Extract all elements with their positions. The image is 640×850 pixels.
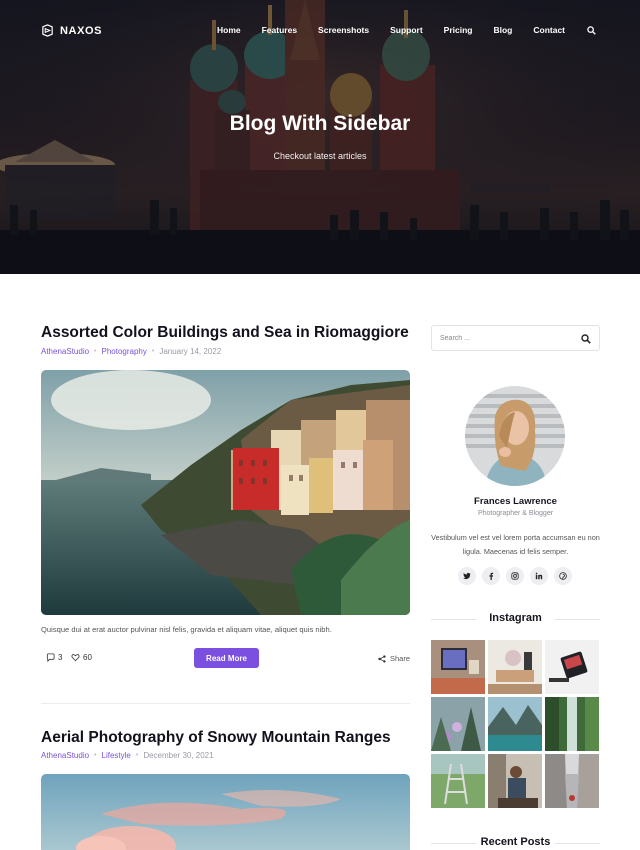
instagram-photo[interactable] bbox=[488, 697, 542, 751]
meta-separator: • bbox=[151, 348, 155, 355]
post-author-link[interactable]: AthenaStudio bbox=[41, 347, 89, 356]
meta-separator: • bbox=[94, 752, 97, 759]
meta-separator: • bbox=[135, 752, 139, 759]
author-bio: Vestibulum vel est vel lorem porta accum… bbox=[431, 533, 600, 556]
reader-photo bbox=[488, 754, 542, 808]
share-icon bbox=[378, 654, 386, 663]
post-date: December 30, 2021 bbox=[143, 751, 214, 760]
twitter-icon bbox=[463, 572, 471, 580]
logo-icon bbox=[42, 24, 53, 37]
pinterest-link[interactable] bbox=[554, 567, 572, 585]
sidebar-search bbox=[431, 325, 600, 351]
top-navigation: NAXOS Home Features Screenshots Support … bbox=[0, 0, 640, 62]
brand-logo[interactable]: NAXOS bbox=[41, 24, 102, 37]
instagram-photo[interactable] bbox=[488, 754, 542, 808]
heart-icon bbox=[71, 654, 80, 662]
post-category-link[interactable]: Lifestyle bbox=[102, 751, 131, 760]
mountain-photo bbox=[41, 774, 410, 850]
linkedin-link[interactable] bbox=[530, 567, 548, 585]
plant-photo bbox=[431, 697, 485, 751]
meta-separator: • bbox=[94, 348, 97, 355]
post-featured-image[interactable] bbox=[41, 370, 410, 615]
instagram-widget-title: Instagram bbox=[431, 612, 600, 624]
brand-name: NAXOS bbox=[60, 24, 103, 37]
page-subtitle: Checkout latest articles bbox=[273, 151, 367, 161]
title-rule bbox=[555, 619, 600, 620]
recent-posts-widget-title: Recent Posts bbox=[431, 836, 600, 848]
search-icon[interactable] bbox=[581, 334, 591, 344]
pinterest-icon bbox=[559, 572, 567, 580]
waterfall-photo bbox=[545, 697, 599, 751]
post-excerpt: Quisque dui at erat auctor pulvinar nisl… bbox=[41, 625, 332, 634]
comment-count-value: 3 bbox=[58, 653, 63, 662]
title-rule bbox=[431, 843, 476, 844]
post-title[interactable]: Assorted Color Buildings and Sea in Riom… bbox=[41, 324, 409, 342]
post-date: January 14, 2022 bbox=[159, 347, 222, 356]
title-rule bbox=[431, 619, 476, 620]
post-divider bbox=[41, 703, 410, 704]
nav-item-pricing[interactable]: Pricing bbox=[444, 25, 473, 35]
comment-count[interactable]: 3 bbox=[46, 653, 62, 662]
main-menu: Home Features Screenshots Support Pricin… bbox=[196, 25, 596, 35]
nav-item-support[interactable]: Support bbox=[390, 25, 423, 35]
instagram-photo[interactable] bbox=[545, 697, 599, 751]
riomaggiore-photo bbox=[41, 370, 410, 615]
page-title: Blog With Sidebar bbox=[229, 112, 411, 135]
post-actions: 3 60 Read More Share bbox=[41, 648, 410, 668]
instagram-photo[interactable] bbox=[545, 640, 599, 694]
author-role: Photographer & Blogger bbox=[477, 510, 554, 517]
post-meta: AthenaStudio • Lifestyle • December 30, … bbox=[41, 751, 214, 760]
instagram-photo[interactable] bbox=[545, 754, 599, 808]
post-title[interactable]: Aerial Photography of Snowy Mountain Ran… bbox=[41, 729, 391, 747]
instagram-photo[interactable] bbox=[431, 697, 485, 751]
instagram-title-label: Instagram bbox=[489, 612, 542, 624]
post-category-link[interactable]: Photography bbox=[102, 347, 147, 356]
search-input[interactable] bbox=[440, 332, 570, 345]
twitter-link[interactable] bbox=[458, 567, 476, 585]
post-featured-image[interactable] bbox=[41, 774, 410, 850]
title-rule bbox=[555, 843, 600, 844]
linkedin-icon bbox=[535, 572, 543, 580]
like-count[interactable]: 60 bbox=[71, 653, 92, 662]
recent-posts-title-label: Recent Posts bbox=[480, 836, 551, 848]
nav-item-screenshots[interactable]: Screenshots bbox=[318, 25, 369, 35]
social-links bbox=[458, 567, 572, 585]
nav-item-contact[interactable]: Contact bbox=[533, 25, 565, 35]
post-meta: AthenaStudio • Photography • January 14,… bbox=[41, 347, 221, 356]
nav-item-features[interactable]: Features bbox=[262, 25, 297, 35]
post-author-link[interactable]: AthenaStudio bbox=[41, 751, 89, 760]
instagram-photo[interactable] bbox=[431, 640, 485, 694]
instagram-photo[interactable] bbox=[431, 754, 485, 808]
flowers-photo bbox=[488, 640, 542, 694]
lake-photo bbox=[488, 697, 542, 751]
instagram-gallery bbox=[431, 640, 600, 808]
comment-icon bbox=[46, 653, 55, 662]
desk-photo bbox=[431, 640, 485, 694]
nav-item-home[interactable]: Home bbox=[217, 25, 241, 35]
hero-banner: NAXOS Home Features Screenshots Support … bbox=[0, 0, 640, 274]
facebook-link[interactable] bbox=[482, 567, 500, 585]
instagram-photo[interactable] bbox=[488, 640, 542, 694]
search-icon[interactable] bbox=[587, 25, 596, 35]
instagram-link[interactable] bbox=[506, 567, 524, 585]
author-avatar bbox=[465, 386, 565, 486]
share-button[interactable]: Share bbox=[378, 654, 410, 663]
author-photo bbox=[465, 386, 565, 486]
share-label: Share bbox=[389, 654, 410, 663]
facebook-icon bbox=[489, 572, 494, 580]
street-photo bbox=[545, 754, 599, 808]
read-more-button[interactable]: Read More bbox=[194, 648, 259, 668]
instagram-icon bbox=[511, 572, 519, 580]
like-count-value: 60 bbox=[83, 653, 92, 662]
phone-photo bbox=[545, 640, 599, 694]
ladder-photo bbox=[431, 754, 485, 808]
author-name: Frances Lawrence bbox=[474, 496, 557, 507]
nav-item-blog[interactable]: Blog bbox=[493, 25, 512, 35]
